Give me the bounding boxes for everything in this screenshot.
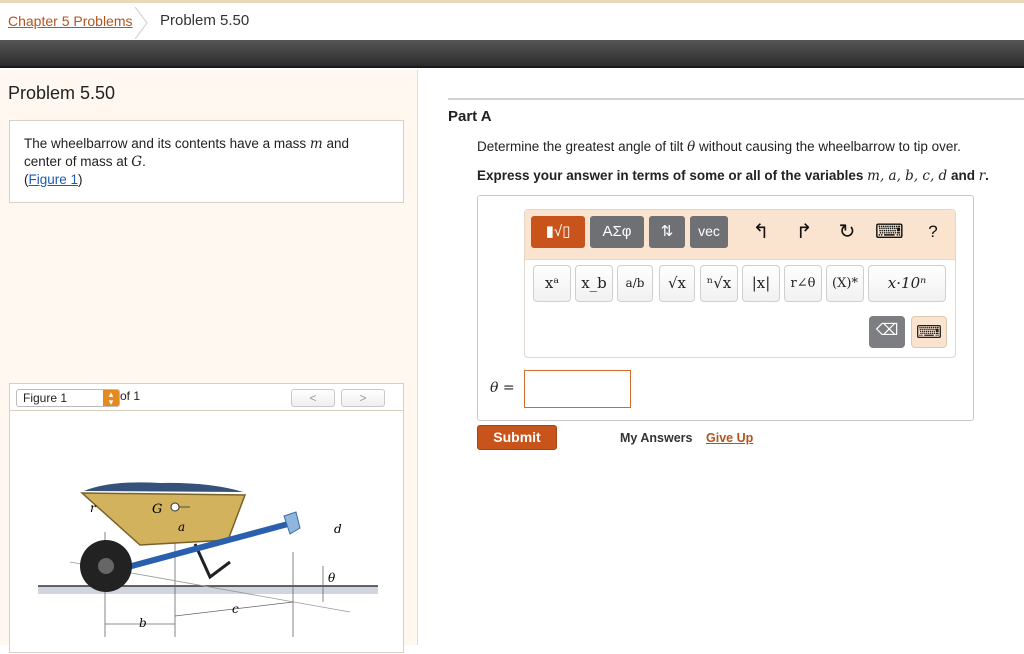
statement-var-g: G: [131, 154, 143, 170]
breadcrumb-separator-icon: [134, 7, 148, 39]
problem-statement: The wheelbarrow and its contents have a …: [9, 120, 404, 203]
breadcrumb-current: Problem 5.50: [160, 12, 250, 29]
figure-select-value: Figure 1: [23, 391, 68, 405]
instruction-text: and: [947, 168, 979, 183]
reset-icon[interactable]: ↻: [833, 218, 861, 246]
figure-count: of 1: [120, 389, 141, 403]
figure-paren-close: ): [78, 172, 83, 187]
part-divider: [448, 98, 1024, 100]
figure-panel: Figure 1 ▴ ▾ of 1 < > r G a d θ b c: [9, 383, 404, 653]
fraction-button[interactable]: a/b: [617, 265, 653, 302]
breadcrumb-chapter-link[interactable]: Chapter 5 Problems: [8, 13, 133, 29]
math-editor: ▮√▯ ΑΣφ ⇅ vec ↰ ↱ ↻ ⌨ ? xᵃ x_b a/b √x ⁿ√…: [524, 209, 956, 358]
label-g: G: [152, 502, 162, 517]
label-b: b: [139, 616, 147, 630]
header-divider-bar: [0, 40, 1024, 68]
statement-text: and: [322, 136, 349, 151]
figure-toolbar: Figure 1 ▴ ▾ of 1 < >: [10, 384, 403, 411]
wheelbarrow-contents: [84, 482, 243, 492]
wheelbarrow-tray: [80, 492, 247, 546]
nth-root-button[interactable]: ⁿ√x: [700, 265, 738, 302]
question-text: Determine the greatest angle of tilt: [477, 139, 688, 154]
greek-button[interactable]: ΑΣφ: [590, 216, 644, 248]
superscript-button[interactable]: xᵃ: [533, 265, 571, 302]
label-a: a: [178, 520, 185, 534]
statement-text: center of mass at: [24, 154, 132, 169]
answer-input[interactable]: [524, 370, 631, 408]
subscript-button[interactable]: x_b: [575, 265, 613, 302]
problem-pane: Problem 5.50 The wheelbarrow and its con…: [0, 70, 418, 653]
question-text: without causing the wheelbarrow to tip o…: [695, 139, 961, 154]
my-answers-label: My Answers: [620, 431, 693, 445]
instruction-vars: m, a, b, c, d: [867, 168, 948, 184]
abs-button[interactable]: |x|: [742, 265, 780, 302]
templates-button[interactable]: ▮√▯: [531, 216, 585, 248]
instruction-text: Express your answer in terms of some or …: [477, 168, 868, 183]
answer-label: θ =: [490, 379, 515, 396]
label-c: c: [232, 602, 239, 616]
part-title: Part A: [448, 108, 492, 125]
instruction-text: .: [985, 168, 989, 183]
label-d: d: [334, 522, 342, 536]
give-up-link[interactable]: Give Up: [706, 431, 753, 445]
undo-icon[interactable]: ↰: [747, 218, 775, 246]
scientific-notation-button[interactable]: x·10ⁿ: [868, 265, 946, 302]
statement-text: .: [142, 154, 146, 169]
submit-button[interactable]: Submit: [477, 425, 557, 450]
statement-var-m: m: [309, 136, 323, 152]
breadcrumb-bar: Chapter 5 Problems Problem 5.50: [0, 0, 1024, 40]
polar-button[interactable]: r∠θ: [784, 265, 822, 302]
editor-toolbar: ▮√▯ ΑΣφ ⇅ vec ↰ ↱ ↻ ⌨ ?: [525, 210, 955, 260]
answer-label-text: θ =: [490, 380, 515, 396]
figure-select[interactable]: Figure 1 ▴ ▾: [16, 389, 120, 407]
keyboard-icon[interactable]: ⌨: [911, 316, 947, 348]
figure-next-button[interactable]: >: [341, 389, 385, 407]
conjugate-button[interactable]: (X)*: [826, 265, 864, 302]
part-question: Determine the greatest angle of tilt θ w…: [477, 139, 961, 155]
vec-button[interactable]: vec: [690, 216, 728, 248]
figure-link[interactable]: Figure 1: [29, 172, 79, 187]
label-theta: θ: [328, 571, 336, 585]
figure-prev-button[interactable]: <: [291, 389, 335, 407]
part-instruction: Express your answer in terms of some or …: [477, 168, 989, 184]
help-icon[interactable]: ?: [919, 218, 947, 246]
statement-text: The wheelbarrow and its contents have a …: [24, 136, 310, 151]
problem-title: Problem 5.50: [8, 83, 116, 103]
wheelbarrow-figure: r G a d θ b c: [38, 482, 378, 637]
redo-icon[interactable]: ↱: [790, 218, 818, 246]
delete-icon[interactable]: ⌫: [869, 316, 905, 348]
center-of-mass-marker: [170, 502, 180, 512]
sort-button[interactable]: ⇅: [649, 216, 685, 248]
ground-shading: [38, 586, 378, 594]
sqrt-button[interactable]: √x: [659, 265, 695, 302]
handle-grip: [283, 511, 301, 535]
keyboard-shortcuts-icon[interactable]: ⌨: [875, 218, 904, 246]
wheel-hub: [98, 558, 114, 574]
select-chevron-icon: ▴ ▾: [103, 390, 119, 407]
